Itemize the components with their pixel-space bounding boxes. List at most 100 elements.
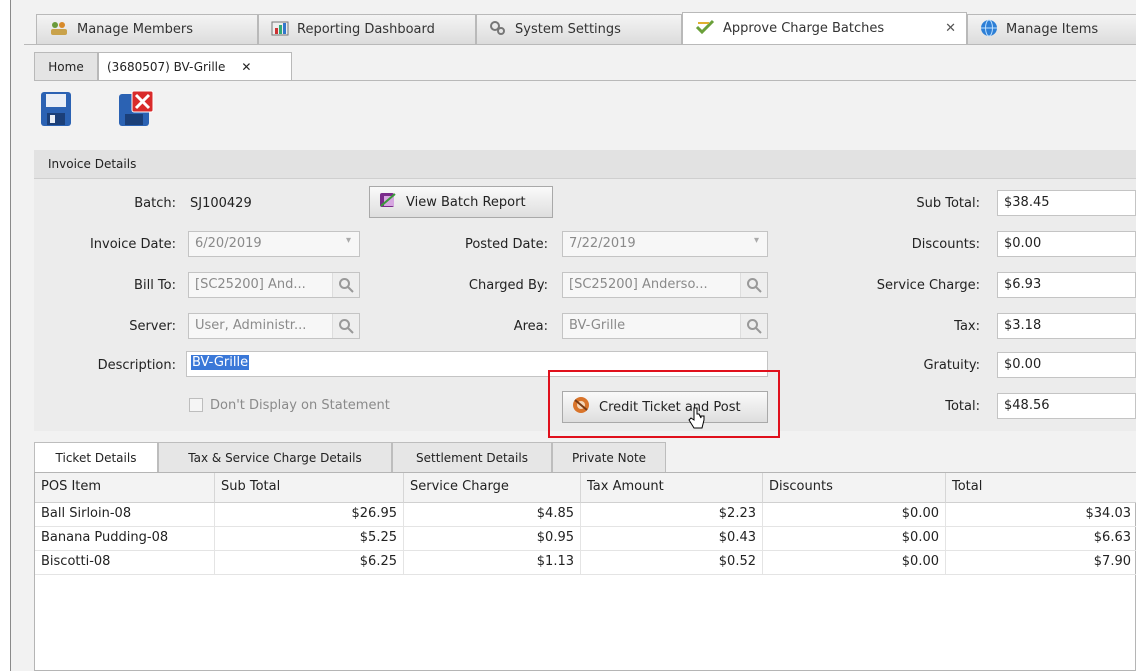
cancel-save-button[interactable] (116, 88, 156, 134)
table-cell[interactable]: $5.25 (215, 527, 404, 551)
column-header[interactable]: Service Charge (404, 473, 581, 503)
server-label: Server: (129, 319, 176, 334)
tab-label: Manage Members (77, 22, 194, 37)
tab-label: Settlement Details (416, 450, 528, 465)
area-label: Area: (513, 319, 548, 334)
mouse-cursor-icon (688, 406, 706, 436)
members-icon (49, 20, 69, 40)
section-title: Invoice Details (48, 157, 137, 171)
description-value: BV-Grille (191, 355, 250, 370)
tab-label: (3680507) BV-Grille (107, 59, 226, 74)
tab-label: Private Note (571, 450, 647, 465)
service-charge-label: Service Charge: (876, 278, 980, 293)
table-cell[interactable]: $2.23 (581, 503, 763, 527)
table-cell[interactable]: Biscotti-08 (35, 551, 215, 575)
table-cell[interactable]: Banana Pudding-08 (35, 527, 215, 551)
batch-value: SJ100429 (190, 196, 252, 211)
posted-date-value: 7/22/2019 (569, 236, 636, 251)
dropdown-arrow-icon[interactable]: ▾ (754, 235, 759, 246)
floppy-cancel-icon (118, 90, 154, 132)
discounts-field[interactable]: $0.00 (997, 231, 1136, 257)
service-charge-field[interactable]: $6.93 (997, 272, 1136, 298)
tab-manage-items[interactable]: Manage Items (967, 14, 1136, 44)
table-cell[interactable]: $34.03 (946, 503, 1136, 527)
tab-approve-charge-batches[interactable]: Approve Charge Batches ✕ (682, 12, 967, 44)
tab-ticket-details[interactable]: Ticket Details (34, 442, 158, 472)
server-field[interactable]: User, Administr... (188, 313, 360, 339)
invoice-date-field[interactable]: 6/20/2019 ▾ (188, 231, 360, 257)
tab-settlement-details[interactable]: Settlement Details (392, 442, 552, 472)
tab-label: Manage Items (1006, 22, 1099, 37)
tab-home[interactable]: Home (34, 52, 98, 80)
table-cell[interactable]: $0.95 (404, 527, 581, 551)
tab-label: Ticket Details (55, 450, 137, 465)
highlight-box (548, 370, 780, 438)
batch-label: Batch: (134, 196, 176, 211)
tab-private-note[interactable]: Private Note (552, 442, 666, 472)
posted-date-field[interactable]: 7/22/2019 ▾ (562, 231, 768, 257)
table-cell[interactable]: Ball Sirloin-08 (35, 503, 215, 527)
column-header[interactable]: Tax Amount (581, 473, 763, 503)
close-tab-icon[interactable]: ✕ (241, 60, 251, 74)
tax-field[interactable]: $3.18 (997, 313, 1136, 339)
column-header[interactable]: POS Item (35, 473, 215, 503)
bill-to-value: [SC25200] And... (195, 277, 306, 292)
view-batch-report-button[interactable]: View Batch Report (369, 186, 553, 218)
table-cell[interactable]: $6.25 (215, 551, 404, 575)
tab-manage-members[interactable]: Manage Members (36, 14, 258, 44)
gratuity-field[interactable]: $0.00 (997, 352, 1136, 378)
area-value: BV-Grille (569, 318, 626, 333)
sub-total-label: Sub Total: (916, 196, 980, 211)
tab-label: System Settings (515, 22, 621, 37)
save-button[interactable] (36, 88, 76, 134)
globe-icon (980, 19, 998, 41)
tab-bv-grille[interactable]: (3680507) BV-Grille ✕ (98, 52, 292, 80)
table-cell[interactable]: $0.00 (763, 527, 946, 551)
invoice-date-value: 6/20/2019 (195, 236, 262, 251)
column-header[interactable]: Total (946, 473, 1136, 503)
table-cell[interactable]: $6.63 (946, 527, 1136, 551)
total-field[interactable]: $48.56 (997, 393, 1136, 419)
tab-label: Approve Charge Batches (723, 21, 885, 36)
table-cell[interactable]: $7.90 (946, 551, 1136, 575)
table-cell[interactable]: $4.85 (404, 503, 581, 527)
bill-to-field[interactable]: [SC25200] And... (188, 272, 360, 298)
dont-display-checkbox[interactable] (189, 398, 203, 412)
search-icon[interactable] (332, 314, 359, 338)
table-cell[interactable]: $0.43 (581, 527, 763, 551)
posted-date-label: Posted Date: (464, 237, 548, 252)
dropdown-arrow-icon[interactable]: ▾ (346, 235, 351, 246)
total-label: Total: (945, 399, 980, 414)
server-value: User, Administr... (195, 318, 307, 333)
search-icon[interactable] (332, 273, 359, 297)
close-tab-icon[interactable]: ✕ (945, 21, 956, 36)
tab-label: Tax & Service Charge Details (188, 450, 362, 465)
invoice-details-header (34, 150, 1136, 179)
description-label: Description: (97, 358, 176, 373)
ticket-details-grid: POS Item Sub Total Service Charge Tax Am… (34, 472, 1136, 671)
charged-by-field[interactable]: [SC25200] Anderso... (562, 272, 768, 298)
sub-total-field[interactable]: $38.45 (997, 190, 1136, 216)
table-cell[interactable]: $0.00 (763, 503, 946, 527)
approve-check-icon (695, 19, 715, 39)
discounts-label: Discounts: (911, 237, 980, 252)
tab-system-settings[interactable]: System Settings (476, 14, 682, 44)
column-header[interactable]: Sub Total (215, 473, 404, 503)
table-cell[interactable]: $1.13 (404, 551, 581, 575)
subtab-divider (34, 80, 1136, 81)
search-icon[interactable] (740, 314, 767, 338)
tab-reporting-dashboard[interactable]: Reporting Dashboard (258, 14, 476, 44)
button-label: View Batch Report (406, 194, 526, 210)
table-cell[interactable]: $26.95 (215, 503, 404, 527)
search-icon[interactable] (740, 273, 767, 297)
tab-tax-service-charge-details[interactable]: Tax & Service Charge Details (158, 442, 392, 472)
tab-divider (24, 44, 1136, 45)
table-cell[interactable]: $0.00 (763, 551, 946, 575)
floppy-save-icon (40, 91, 72, 131)
charged-by-value: [SC25200] Anderso... (569, 277, 708, 292)
column-header[interactable]: Discounts (763, 473, 946, 503)
tax-label: Tax: (954, 319, 980, 334)
tab-label: Reporting Dashboard (297, 22, 435, 37)
table-cell[interactable]: $0.52 (581, 551, 763, 575)
area-field[interactable]: BV-Grille (562, 313, 768, 339)
